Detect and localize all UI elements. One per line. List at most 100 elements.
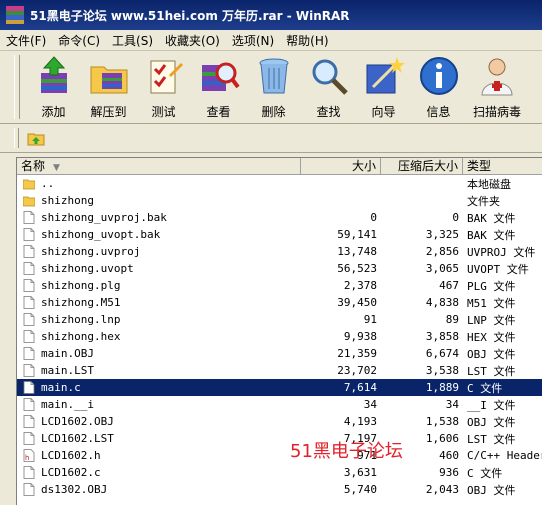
extract-to-button[interactable]: 解压到: [81, 51, 136, 123]
column-size[interactable]: 大小: [301, 158, 381, 174]
cell-type: C/C++ Header: [467, 449, 542, 462]
table-row[interactable]: main.OBJ 21,359 6,674 OBJ 文件: [17, 345, 542, 362]
table-row[interactable]: shizhong.lnp 91 89 LNP 文件: [17, 311, 542, 328]
table-row[interactable]: LCD1602.OBJ 4,193 1,538 OBJ 文件: [17, 413, 542, 430]
table-row[interactable]: main.c 7,614 1,889 C 文件: [17, 379, 542, 396]
view-icon: [201, 62, 240, 91]
file-icon: [23, 279, 35, 292]
cell-type: BAK 文件: [467, 228, 516, 242]
file-list[interactable]: 名称 ▼ 大小 压缩后大小 类型 .. 本地磁盘 shizhong 文件夹 shizhon…: [16, 157, 542, 505]
menu-options[interactable]: 选项(N): [226, 32, 280, 49]
cell-type: M51 文件: [467, 296, 516, 310]
cell-size: 56,523: [337, 262, 377, 275]
cell-name: shizhong: [17, 194, 301, 207]
table-row[interactable]: shizhong.plg 2,378 467 PLG 文件: [17, 277, 542, 294]
menu-bar: 文件(F) 命令(C) 工具(S) 收藏夹(O) 选项(N) 帮助(H): [0, 30, 542, 51]
cell-name: LCD1602.LST: [17, 432, 301, 445]
menu-tools[interactable]: 工具(S): [106, 32, 159, 49]
cell-size: 39,450: [337, 296, 377, 309]
cell-size: 7,614: [343, 381, 377, 394]
file-name: shizhong: [41, 194, 94, 207]
cell-packed: 2,856: [425, 245, 459, 258]
cell-name: shizhong_uvproj.bak: [17, 211, 301, 224]
info-button[interactable]: 信息: [411, 51, 466, 123]
table-row[interactable]: main.__i 34 34 __I 文件: [17, 396, 542, 413]
file-icon: [23, 381, 35, 394]
table-row[interactable]: LCD1602.c 3,631 936 C 文件: [17, 464, 542, 481]
column-name[interactable]: 名称 ▼: [17, 158, 301, 174]
cell-name: shizhong.hex: [17, 330, 301, 343]
cell-type: 本地磁盘: [467, 177, 511, 191]
table-row[interactable]: main.LST 23,702 3,538 LST 文件: [17, 362, 542, 379]
file-icon: [23, 313, 35, 326]
table-row[interactable]: shizhong_uvproj.bak 0 0 BAK 文件: [17, 209, 542, 226]
cell-type: LNP 文件: [467, 313, 516, 327]
extract-to-icon: [90, 66, 127, 94]
column-packed[interactable]: 压缩后大小: [381, 158, 463, 174]
table-row[interactable]: shizhong.uvproj 13,748 2,856 UVPROJ 文件: [17, 243, 542, 260]
file-icon: [23, 466, 35, 479]
header-file-icon: h: [23, 449, 35, 462]
file-name: ..: [41, 177, 55, 190]
virus-scan-icon: [481, 58, 513, 96]
cell-type: OBJ 文件: [467, 415, 516, 429]
menu-commands[interactable]: 命令(C): [52, 32, 106, 49]
delete-icon: [259, 58, 288, 94]
cell-size: 5,740: [343, 483, 377, 496]
column-type[interactable]: 类型: [463, 158, 542, 174]
address-bar-grip[interactable]: [14, 128, 19, 148]
menu-help[interactable]: 帮助(H): [280, 32, 334, 49]
cell-name: shizhong.M51: [17, 296, 301, 309]
menu-file[interactable]: 文件(F): [0, 32, 52, 49]
table-row[interactable]: shizhong.M51 39,450 4,838 M51 文件: [17, 294, 542, 311]
wizard-button[interactable]: 向导: [356, 51, 411, 123]
cell-type: LST 文件: [467, 364, 516, 378]
cell-size: 34: [363, 398, 377, 411]
delete-button[interactable]: 删除: [246, 51, 301, 123]
window-title: 51黑电子论坛 www.51hei.com 万年历.rar - WinRAR: [30, 8, 350, 23]
info-icon: [419, 57, 458, 95]
cell-size: 2,378: [343, 279, 377, 292]
find-icon: [312, 59, 348, 95]
toolbar: 添加 解压到 测试 查看 删除 查找 向导 信息 扫描病毒: [0, 51, 542, 124]
test-label: 测试: [151, 105, 176, 119]
cell-type: C 文件: [467, 381, 503, 395]
view-button[interactable]: 查看: [191, 51, 246, 123]
wizard-icon: [366, 57, 405, 94]
cell-type: LST 文件: [467, 432, 516, 446]
file-name: shizhong.uvopt: [41, 262, 134, 275]
table-row[interactable]: shizhong.uvopt 56,523 3,065 UVOPT 文件: [17, 260, 542, 277]
add-button[interactable]: 添加: [26, 51, 81, 123]
cell-size: 23,702: [337, 364, 377, 377]
up-folder-icon[interactable]: [27, 129, 45, 147]
cell-type: PLG 文件: [467, 279, 516, 293]
table-row[interactable]: LCD1602.LST 7,197 1,606 LST 文件: [17, 430, 542, 447]
table-row[interactable]: ds1302.OBJ 5,740 2,043 OBJ 文件: [17, 481, 542, 498]
virus-scan-button[interactable]: 扫描病毒: [466, 51, 528, 123]
cell-size: 59,141: [337, 228, 377, 241]
cell-type: C 文件: [467, 466, 503, 480]
cell-type: UVPROJ 文件: [467, 245, 536, 259]
cell-packed: 1,889: [425, 381, 459, 394]
address-bar: [0, 124, 542, 153]
cell-size: 9,938: [343, 330, 377, 343]
file-icon: [23, 211, 35, 224]
title-bar: 51黑电子论坛 www.51hei.com 万年历.rar - WinRAR: [0, 0, 542, 30]
cell-name: shizhong_uvopt.bak: [17, 228, 301, 241]
file-name: shizhong_uvproj.bak: [41, 211, 167, 224]
toolbar-grip[interactable]: [14, 55, 20, 119]
file-list-header: 名称 ▼ 大小 压缩后大小 类型: [17, 158, 542, 175]
menu-favorites[interactable]: 收藏夹(O): [159, 32, 226, 49]
find-button[interactable]: 查找: [301, 51, 356, 123]
cell-type: HEX 文件: [467, 330, 516, 344]
column-name-label: 名称: [21, 159, 46, 173]
table-row[interactable]: h LCD1602.h 971 460 C/C++ Header: [17, 447, 542, 464]
table-row[interactable]: .. 本地磁盘: [17, 175, 542, 192]
table-row[interactable]: shizhong.hex 9,938 3,858 HEX 文件: [17, 328, 542, 345]
table-row[interactable]: shizhong_uvopt.bak 59,141 3,325 BAK 文件: [17, 226, 542, 243]
cell-packed: 0: [452, 211, 459, 224]
table-row[interactable]: shizhong 文件夹: [17, 192, 542, 209]
cell-name: ds1302.OBJ: [17, 483, 301, 496]
cell-packed: 3,065: [425, 262, 459, 275]
test-button[interactable]: 测试: [136, 51, 191, 123]
